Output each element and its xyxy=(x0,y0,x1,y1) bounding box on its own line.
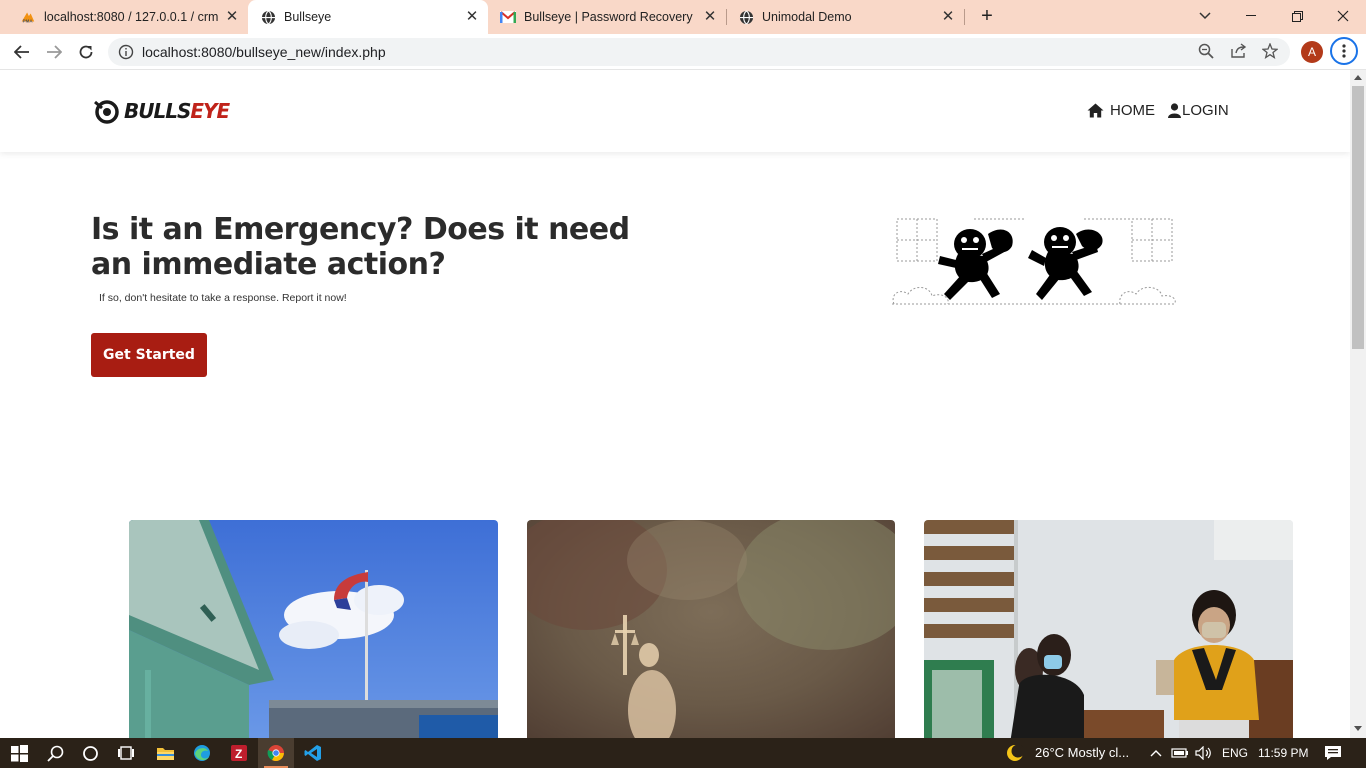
globe-icon xyxy=(738,9,754,25)
filezilla-icon[interactable]: Z xyxy=(229,743,249,763)
tab-phpmyadmin[interactable]: PMA localhost:8080 / 127.0.0.1 / crms_ ✕ xyxy=(0,0,249,34)
scroll-down-arrow-icon[interactable] xyxy=(1354,726,1362,731)
nav-login[interactable]: LOGIN xyxy=(1168,102,1229,119)
home-icon xyxy=(1087,103,1104,118)
close-window-button[interactable] xyxy=(1320,0,1366,32)
close-tab-icon[interactable]: ✕ xyxy=(702,9,718,25)
logo-wordmark: BULLSEYE xyxy=(124,99,230,123)
language-indicator[interactable]: ENG xyxy=(1222,746,1248,760)
new-tab-button[interactable]: + xyxy=(976,6,998,27)
tab-strip: PMA localhost:8080 / 127.0.0.1 / crms_ ✕… xyxy=(0,0,1366,34)
tab-title: localhost:8080 / 127.0.0.1 / crms_ xyxy=(44,10,218,24)
site-header: BULLSEYE HOME LOGIN xyxy=(0,70,1350,152)
cortana-icon[interactable] xyxy=(80,743,100,763)
get-started-button[interactable]: Get Started xyxy=(91,333,207,377)
notification-icon[interactable] xyxy=(1323,743,1343,763)
bookmark-star-icon[interactable] xyxy=(1261,42,1280,61)
tab-title: Bullseye xyxy=(284,10,332,24)
tab-search-icon[interactable] xyxy=(1182,0,1228,32)
vscode-icon[interactable] xyxy=(303,743,323,763)
thieves-illustration xyxy=(892,218,1176,305)
phpmyadmin-icon: PMA xyxy=(20,9,36,25)
hero-subtitle: If so, don't hesitate to take a response… xyxy=(99,292,347,304)
windows-taskbar: Z 26°C Mostly cl... ENG 11:59 PM xyxy=(0,738,1366,768)
site-logo[interactable]: BULLSEYE xyxy=(92,96,230,126)
svg-text:PMA: PMA xyxy=(23,18,34,23)
volume-icon[interactable] xyxy=(1194,743,1214,763)
bullseye-logo-icon xyxy=(94,100,119,124)
search-icon[interactable] xyxy=(45,743,65,763)
profile-avatar[interactable]: A xyxy=(1301,41,1323,63)
reload-button[interactable] xyxy=(72,38,100,66)
back-button[interactable] xyxy=(8,38,36,66)
edge-icon[interactable] xyxy=(192,743,212,763)
forward-button[interactable] xyxy=(40,38,68,66)
close-tab-icon[interactable]: ✕ xyxy=(464,9,480,25)
globe-icon xyxy=(260,9,276,25)
card-interview-image[interactable] xyxy=(924,520,1293,738)
scrollbar-thumb[interactable] xyxy=(1352,86,1364,349)
url-text: localhost:8080/bullseye_new/index.php xyxy=(142,44,386,60)
close-tab-icon[interactable]: ✕ xyxy=(940,9,956,25)
file-explorer-icon[interactable] xyxy=(155,743,175,763)
nav-login-label: LOGIN xyxy=(1182,102,1229,119)
zoom-icon[interactable] xyxy=(1198,43,1216,61)
tab-title: Bullseye | Password Recovery Link xyxy=(524,10,696,24)
nav-home-label: HOME xyxy=(1110,102,1155,119)
chrome-icon[interactable] xyxy=(266,743,286,763)
windows-start-icon[interactable] xyxy=(9,743,29,763)
svg-text:Z: Z xyxy=(235,747,242,761)
card-flagpole-image[interactable] xyxy=(129,520,498,738)
battery-icon[interactable] xyxy=(1170,743,1190,763)
site-info-icon[interactable] xyxy=(118,44,134,65)
browser-toolbar: localhost:8080/bullseye_new/index.php A xyxy=(0,34,1366,70)
task-view-icon[interactable] xyxy=(116,743,136,763)
tab-gmail[interactable]: Bullseye | Password Recovery Link ✕ xyxy=(488,0,727,34)
gmail-icon xyxy=(500,9,516,25)
close-tab-icon[interactable]: ✕ xyxy=(224,9,240,25)
restore-button[interactable] xyxy=(1274,0,1320,32)
tab-title: Unimodal Demo xyxy=(762,10,852,24)
scroll-up-arrow-icon[interactable] xyxy=(1354,75,1362,80)
tab-bullseye[interactable]: Bullseye ✕ xyxy=(248,0,488,34)
tab-unimodal[interactable]: Unimodal Demo ✕ xyxy=(726,0,965,34)
browser-menu-icon[interactable] xyxy=(1330,37,1358,65)
tray-overflow-icon[interactable] xyxy=(1146,743,1166,763)
address-bar[interactable]: localhost:8080/bullseye_new/index.php xyxy=(108,38,1290,66)
share-icon[interactable] xyxy=(1230,43,1248,61)
hero-title: Is it an Emergency? Does it need an imme… xyxy=(91,212,630,282)
minimize-button[interactable] xyxy=(1228,0,1274,32)
weather-text[interactable]: 26°C Mostly cl... xyxy=(1035,745,1129,760)
page-scrollbar[interactable] xyxy=(1350,70,1366,738)
nav-home[interactable]: HOME xyxy=(1087,102,1155,119)
user-icon xyxy=(1168,103,1181,118)
page-viewport: BULLSEYE HOME LOGIN Is it an Emergency? … xyxy=(0,70,1350,738)
card-lady-justice-image[interactable] xyxy=(527,520,895,738)
weather-moon-icon[interactable] xyxy=(1005,743,1025,763)
clock[interactable]: 11:59 PM xyxy=(1258,746,1308,760)
